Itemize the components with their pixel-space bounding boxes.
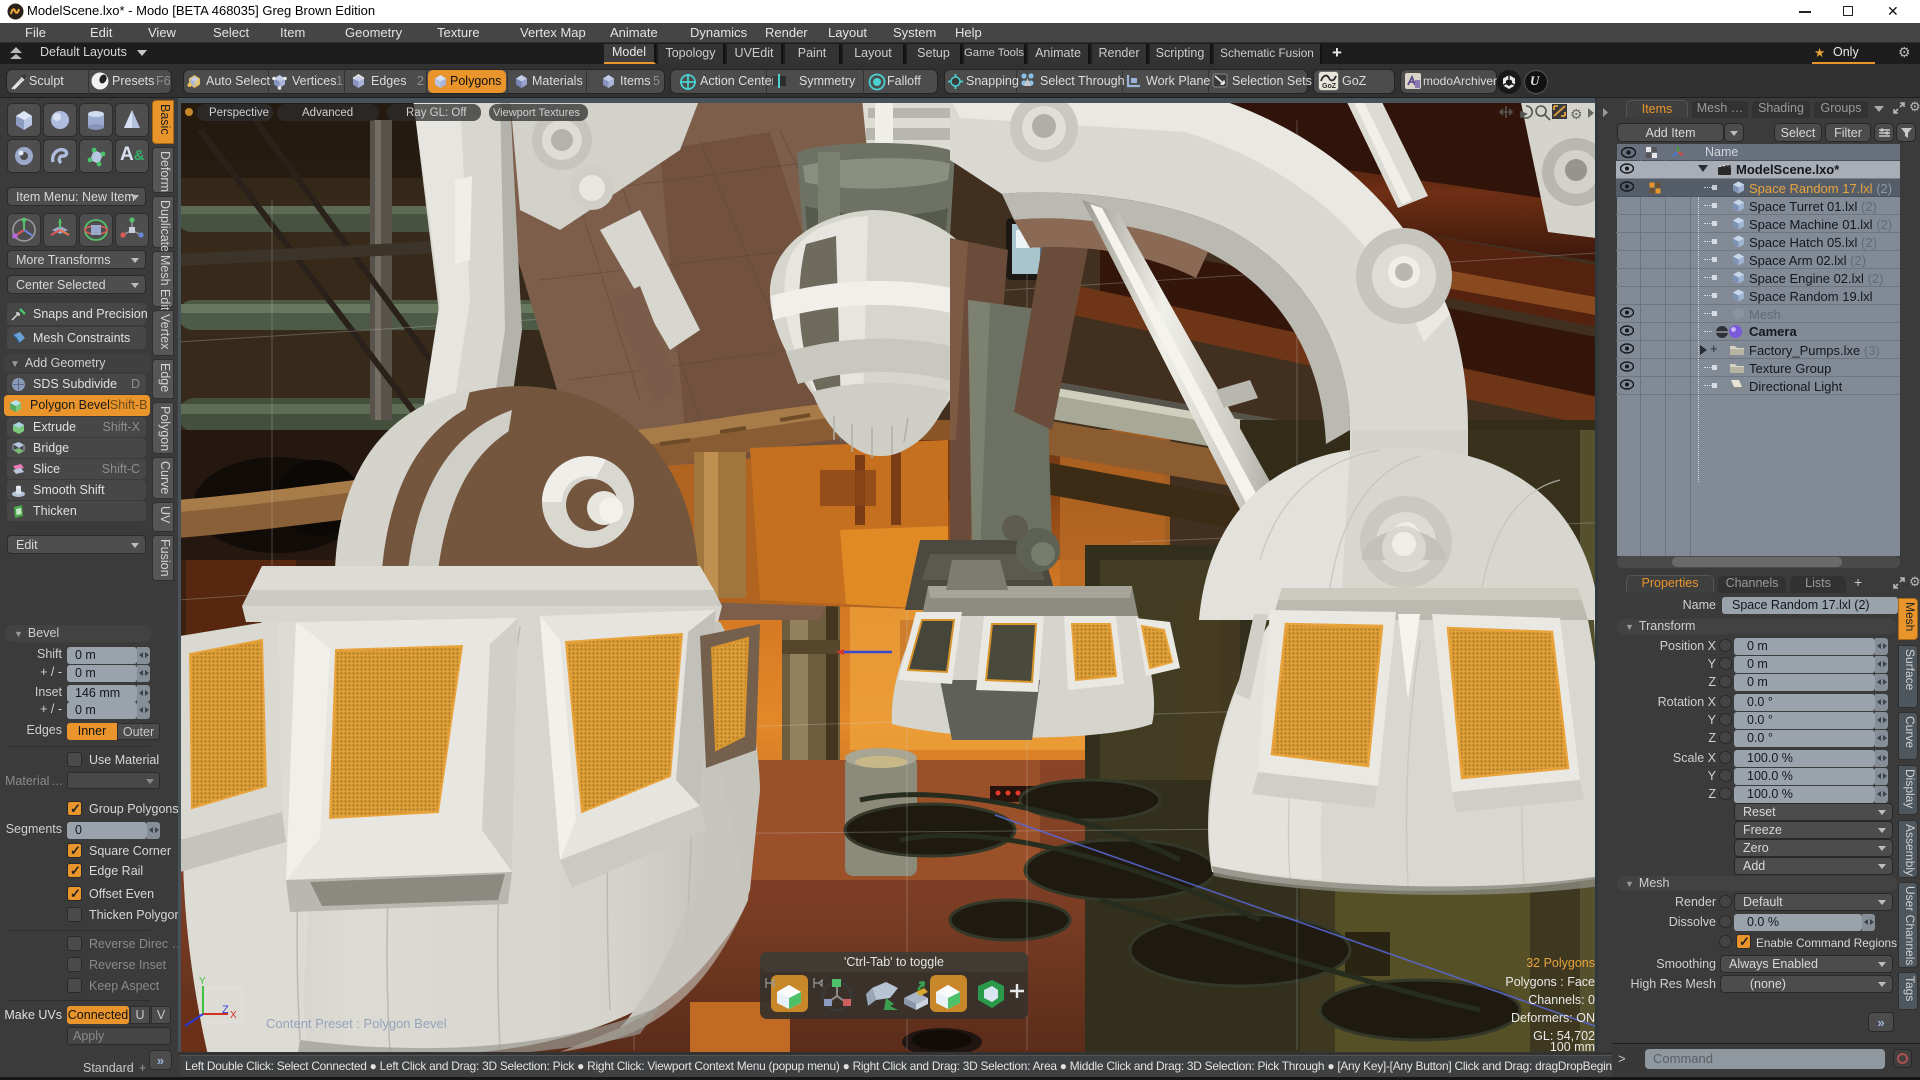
svg-text:Content Preset : Polygon Bevel: Content Preset : Polygon Bevel <box>266 1016 447 1031</box>
svg-text:Polygons : Face: Polygons : Face <box>1505 975 1595 989</box>
svg-text:⚙: ⚙ <box>1570 106 1583 122</box>
svg-text:Z: Z <box>222 1004 229 1016</box>
svg-text:X: X <box>230 1010 237 1021</box>
svg-text:Y: Y <box>199 976 206 987</box>
svg-text:Channels: 0: Channels: 0 <box>1528 993 1595 1007</box>
svg-text:GoZ: GoZ <box>1322 83 1337 90</box>
svg-text:100 mm: 100 mm <box>1550 1040 1595 1054</box>
svg-text:Advanced: Advanced <box>302 107 353 119</box>
svg-text:'Ctrl-Tab' to toggle: 'Ctrl-Tab' to toggle <box>844 955 944 969</box>
svg-text:Perspective: Perspective <box>209 107 269 119</box>
svg-text:Deformers: ON: Deformers: ON <box>1511 1011 1595 1025</box>
svg-text:32 Polygons: 32 Polygons <box>1526 956 1595 970</box>
svg-text:Viewport Textures: Viewport Textures <box>493 107 581 119</box>
svg-text:Ray GL: Off: Ray GL: Off <box>406 107 467 119</box>
